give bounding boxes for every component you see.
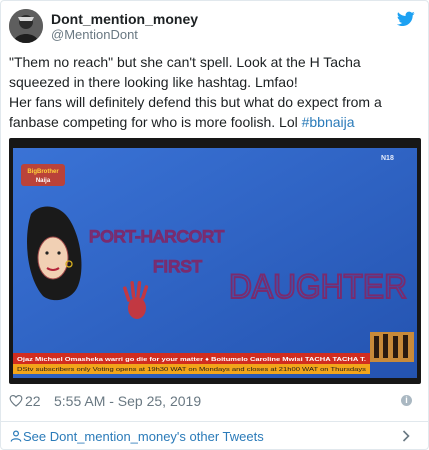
avatar-image — [9, 9, 43, 43]
painted-text-line2: FIRST — [153, 257, 202, 276]
housemates-thumbnail — [370, 332, 414, 362]
tv-broadcast-image: BigBrother Naija N18 PORT-HARCORT FIRST … — [13, 148, 417, 378]
info-icon[interactable]: i — [401, 395, 412, 406]
tweet-line: "Them no reach" but she can't spell. Loo… — [9, 54, 361, 70]
user-handle[interactable]: @MentionDont — [51, 27, 198, 43]
ticker-line1: Ojaz Michael Omasheka warri go die for y… — [17, 357, 367, 363]
painted-text-line3: DAUGHTER — [229, 268, 407, 306]
see-other-tweets-label: See Dont_mention_money's other Tweets — [23, 429, 264, 444]
show-logo-line1: BigBrother — [27, 169, 59, 175]
hashtag-link[interactable]: #bbnaija — [302, 114, 355, 130]
news-ticker: Ojaz Michael Omasheka warri go die for y… — [13, 353, 370, 374]
chevron-right-icon — [402, 430, 410, 442]
tv-screen: BigBrother Naija N18 PORT-HARCORT FIRST … — [13, 148, 417, 378]
ticker-line2: DStv subscribers only Voting opens at 19… — [17, 367, 366, 373]
tweet-line: Her fans will definitely defend this but… — [9, 94, 382, 110]
tweet-line: fanbase competing for who is more foolis… — [9, 112, 421, 132]
tweet-line-text: fanbase competing for who is more foolis… — [9, 114, 302, 130]
channel-bug: N18 — [381, 155, 394, 162]
like-count[interactable]: 22 — [25, 393, 41, 409]
tweet-line: squeezed in there looking like hashtag. … — [9, 74, 298, 90]
tweet-photo[interactable]: BigBrother Naija N18 PORT-HARCORT FIRST … — [9, 138, 421, 384]
display-name[interactable]: Dont_mention_money — [51, 11, 198, 27]
show-logo-line2: Naija — [36, 178, 51, 184]
tweet-text: "Them no reach" but she can't spell. Loo… — [9, 52, 421, 132]
see-other-tweets-link[interactable]: See Dont_mention_money's other Tweets — [1, 422, 429, 450]
avatar[interactable] — [9, 9, 43, 43]
twitter-bird-icon[interactable] — [397, 11, 415, 27]
painted-text-line1: PORT-HARCORT — [89, 227, 224, 246]
tweet-header: Dont_mention_money @MentionDont — [9, 9, 421, 49]
show-logo: BigBrother Naija — [21, 164, 65, 186]
tweet-footer: 22 5:55 AM - Sep 25, 2019 i — [9, 393, 421, 409]
heart-icon[interactable] — [9, 394, 23, 407]
user-names: Dont_mention_money @MentionDont — [51, 11, 198, 43]
person-icon — [10, 430, 22, 442]
tweet-timestamp[interactable]: 5:55 AM - Sep 25, 2019 — [54, 393, 201, 409]
embedded-tweet-card: Dont_mention_money @MentionDont "Them no… — [0, 0, 429, 450]
